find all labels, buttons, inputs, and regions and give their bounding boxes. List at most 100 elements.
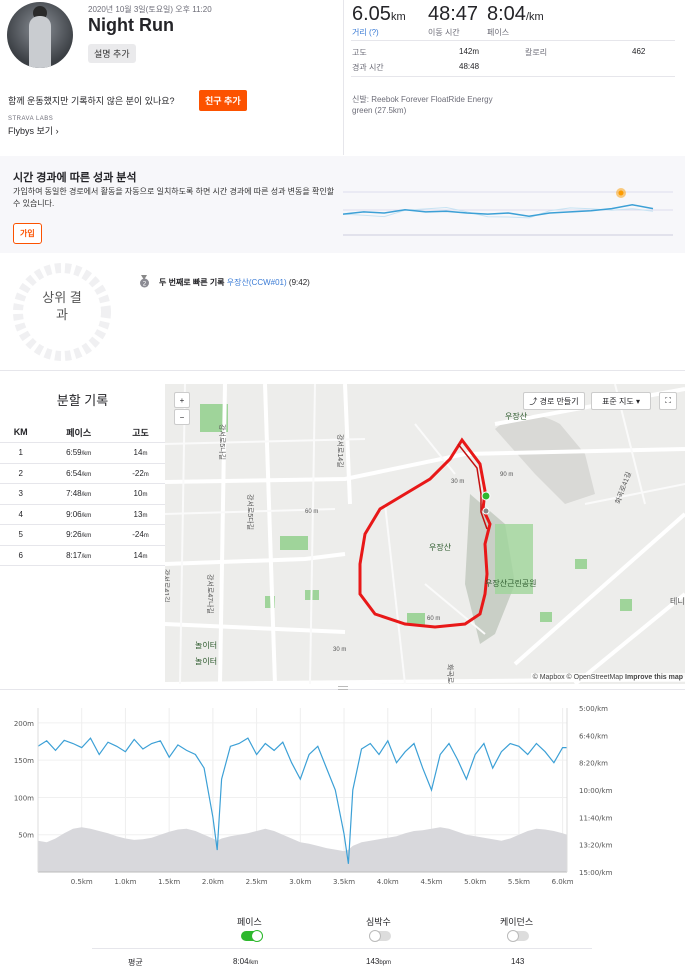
split-elevation: -24m <box>116 524 165 546</box>
fullscreen-icon[interactable]: ⛶ <box>659 392 677 410</box>
splits-title: 분할 기록 <box>56 393 109 408</box>
avg-pace: 8:04/km <box>233 957 259 966</box>
right-axis-tick: 10:00/km <box>579 787 613 795</box>
end-marker <box>482 507 490 515</box>
moving-time-stat: 48:47 <box>428 3 479 25</box>
x-axis-tick: 2.0km <box>202 878 224 886</box>
flybys-link[interactable]: Flybys 보기 › <box>8 124 59 137</box>
svg-text:2: 2 <box>143 281 147 288</box>
split-pace: 6:54/km <box>41 463 117 484</box>
cadence-toggle[interactable] <box>507 930 529 942</box>
split-km: 5 <box>0 524 42 546</box>
distance-label[interactable]: 거리 (?) <box>352 27 379 38</box>
distance-stat: 6.05km <box>352 3 406 25</box>
split-row[interactable]: 6 8:17/km 14m <box>0 545 165 566</box>
pace-label: 페이스 <box>487 28 510 37</box>
split-km: 4 <box>0 504 42 525</box>
split-elevation: 14m <box>116 442 165 464</box>
map-label: 우장산 <box>429 543 452 552</box>
left-axis-tick: 50m <box>18 832 34 840</box>
map-label: 강서로47나길 <box>206 574 213 614</box>
calories-value: 462 <box>632 47 646 56</box>
pace-toggle[interactable] <box>241 930 263 942</box>
calories-label: 칼로리 <box>525 48 548 57</box>
map-type-select[interactable]: 표준 지도 ▾ <box>591 392 651 410</box>
split-row[interactable]: 2 6:54/km -22m <box>0 463 165 484</box>
avg-label: 평균 <box>128 958 143 967</box>
map-label: 테니 <box>670 597 685 606</box>
map-label: 60 m <box>305 509 319 515</box>
medal-icon: 2 <box>139 275 150 288</box>
analysis-description: 가입하여 동일한 경로에서 활동을 자동으로 일치하도록 하면 시간 경과에 따… <box>13 187 335 208</box>
zoom-out-button[interactable]: − <box>174 409 190 425</box>
stats-divider-2 <box>351 76 675 77</box>
map-label: 강서로5다길 <box>246 494 253 531</box>
resize-handle[interactable] <box>338 686 348 690</box>
split-row[interactable]: 1 6:59/km 14m <box>0 442 165 464</box>
map-label: 강서로5나길 <box>218 424 225 461</box>
activity-title: Night Run <box>88 15 174 35</box>
zoom-in-button[interactable]: + <box>174 392 190 408</box>
split-km: 6 <box>0 545 42 566</box>
header-divider <box>343 0 344 155</box>
start-marker <box>481 491 491 501</box>
avatar[interactable] <box>7 2 73 68</box>
split-row[interactable]: 3 7:48/km 10m <box>0 483 165 505</box>
map-label: 90 m <box>500 472 514 478</box>
elevation-label: 고도 <box>352 48 367 57</box>
x-axis-tick: 6.0km <box>552 878 574 886</box>
invite-prompt: 함께 운동했지만 기록하지 않은 분이 있나요? <box>8 96 175 106</box>
split-row[interactable]: 4 9:06/km 13m <box>0 504 165 525</box>
right-axis-tick: 5:00/km <box>579 705 608 713</box>
legend-divider <box>92 948 592 949</box>
top-results-label: 상위 결과 <box>42 290 82 322</box>
map-label: 화곡로44길 <box>446 664 453 684</box>
split-elevation: 10m <box>116 483 165 505</box>
section-divider <box>0 370 685 371</box>
right-axis-tick: 11:40/km <box>579 814 613 822</box>
map-label: 30 m <box>333 647 347 653</box>
elapsed-label: 경과 시간 <box>352 63 384 72</box>
split-elevation: 14m <box>116 545 165 566</box>
analysis-title: 시간 경과에 따른 성과 분석 <box>13 172 137 184</box>
segment-link[interactable]: 우장산(CCW#01) <box>227 278 287 287</box>
splits-panel: 분할 기록 KM 페이스 고도 1 6:59/km 14m 2 6:54/km -22m 3… <box>0 384 165 684</box>
right-axis-tick: 6:40/km <box>579 732 608 740</box>
legend-cadence-label: 케이던스 <box>500 917 534 927</box>
add-friend-button[interactable]: 친구 추가 <box>199 90 247 111</box>
route-builder-button[interactable]: ⤴ 경로 만들기 <box>523 392 585 410</box>
split-km: 3 <box>0 483 42 505</box>
left-axis-tick: 100m <box>14 794 34 802</box>
split-row[interactable]: 5 9:26/km -24m <box>0 524 165 546</box>
splits-table: KM 페이스 고도 1 6:59/km 14m 2 6:54/km -22m 3 7:48/k… <box>0 422 165 566</box>
legend-pace-label: 페이스 <box>237 917 262 927</box>
achievement-line: 두 번째로 빠른 기록 우장산(CCW#01) (9:42) <box>159 278 310 287</box>
split-pace: 8:17/km <box>41 545 117 566</box>
map-attribution[interactable]: © Mapbox © OpenStreetMap Improve this ma… <box>530 673 685 682</box>
map-label: 우장산 <box>505 412 528 421</box>
route-map[interactable]: 우장산 우장산 우장산근린공원 놀이터 놀이터 90 m 60 m 30 m 60 m 30 m강… <box>165 384 685 684</box>
strava-labs-label: STRAVA LABS <box>8 116 54 122</box>
col-elev: 고도 <box>116 422 165 443</box>
x-axis-tick: 4.0km <box>377 878 399 886</box>
split-km: 2 <box>0 463 42 484</box>
elevation-value: 142m <box>459 47 480 56</box>
shoes-info: 신발: Reebok Forever FloatRide Energy gree… <box>352 95 493 115</box>
pace-elevation-chart[interactable]: 200m 150m 100m 50m 5:00/km 6:40/km 8:20/km 10:0… <box>0 700 685 895</box>
split-elevation: -22m <box>116 463 165 484</box>
split-km: 1 <box>0 442 42 464</box>
map-label: 놀이터 <box>195 657 218 666</box>
join-button[interactable]: 가입 <box>13 223 42 244</box>
left-axis-tick: 200m <box>14 720 34 728</box>
split-elevation: 13m <box>116 504 165 525</box>
x-axis-tick: 5.0km <box>464 878 486 886</box>
heart-rate-toggle[interactable] <box>369 930 391 942</box>
col-pace: 페이스 <box>41 422 117 443</box>
add-description-button[interactable]: 설명 추가 <box>88 44 136 63</box>
split-pace: 9:26/km <box>41 524 117 546</box>
map-label: 우장산근린공원 <box>485 579 537 588</box>
route-icon: ⤴ <box>529 396 538 406</box>
x-axis-tick: 2.5km <box>246 878 268 886</box>
activity-date: 2020년 10월 3일(토요일) 오후 11:20 <box>88 5 212 14</box>
chevron-right-icon: › <box>55 126 59 136</box>
